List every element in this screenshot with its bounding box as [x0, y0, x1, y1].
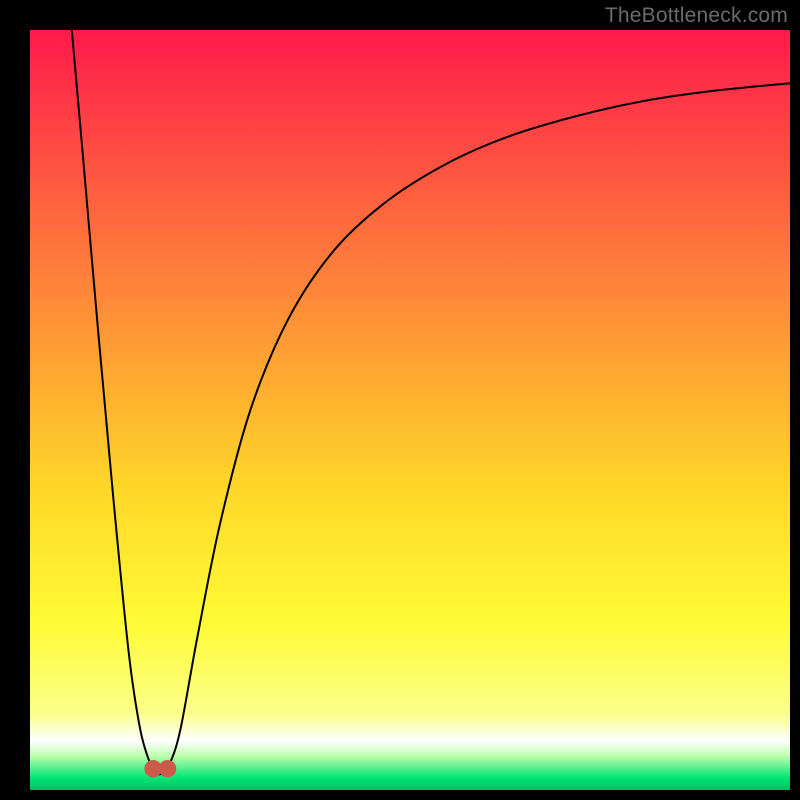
bottleneck-chart [0, 0, 800, 800]
watermark-label: TheBottleneck.com [605, 4, 788, 28]
dip_marker_right [159, 760, 176, 777]
plot-background [30, 30, 790, 790]
chart-frame: TheBottleneck.com [0, 0, 800, 800]
